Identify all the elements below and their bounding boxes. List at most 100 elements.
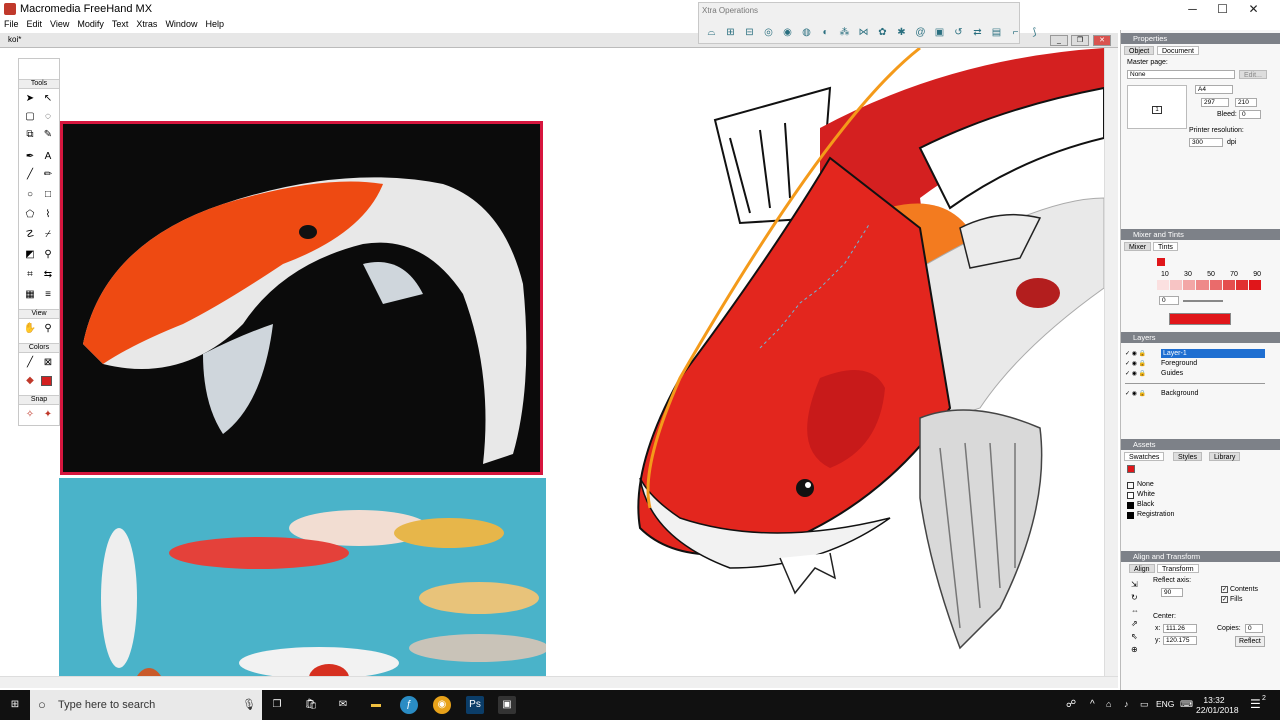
menu-view[interactable]: View: [46, 17, 73, 31]
library-tab[interactable]: Library: [1209, 452, 1241, 461]
fill-swatch-icon[interactable]: [1127, 465, 1135, 473]
swatch-black[interactable]: Black: [1137, 500, 1154, 509]
center-x-field[interactable]: 111.26: [1163, 624, 1197, 633]
layer-row-background[interactable]: Background: [1161, 389, 1198, 398]
fill-bucket-icon[interactable]: ◆: [22, 373, 38, 389]
subselect-tool-icon[interactable]: ↖: [40, 91, 56, 107]
freehand-taskbar-icon[interactable]: ƒ: [400, 696, 418, 714]
tint-swatch[interactable]: [1248, 280, 1261, 290]
ellipse-tool-icon[interactable]: ○: [22, 187, 38, 203]
divide-icon[interactable]: ⊟: [741, 25, 758, 41]
contents-checkbox[interactable]: ✓: [1221, 586, 1228, 593]
menu-window[interactable]: Window: [161, 17, 201, 31]
freeform-tool-icon[interactable]: ☡: [22, 227, 38, 243]
reverse-direction-icon[interactable]: ⇄: [969, 25, 986, 41]
scale-tool-icon[interactable]: ⧉: [22, 127, 38, 143]
transform-mode-icons[interactable]: ⇲ ↻ ⇔ ⇗ ⇖ ⊕: [1131, 578, 1145, 658]
line-tool-icon[interactable]: ╱: [22, 167, 38, 183]
lasso-tool-icon[interactable]: ◌: [40, 109, 56, 125]
menu-file[interactable]: File: [0, 17, 23, 31]
transparency-icon[interactable]: ◐: [817, 25, 834, 41]
fills-checkbox[interactable]: ✓: [1221, 596, 1228, 603]
close-button[interactable]: ✕: [1238, 0, 1269, 18]
task-view-icon[interactable]: ❐: [268, 696, 286, 714]
inset-path-icon[interactable]: ✿: [874, 25, 891, 41]
layer-visibility-icons[interactable]: ✓ ◉ 🔒 ✓ ◉ 🔒 ✓ ◉ 🔒 ✓ ◉ 🔒: [1125, 349, 1155, 399]
union-icon[interactable]: ⊞: [722, 25, 739, 41]
system-clock[interactable]: 13:32 22/01/2018: [1196, 695, 1239, 715]
page-tool-icon[interactable]: ▢: [22, 109, 38, 125]
tint-swatch[interactable]: [1170, 280, 1183, 290]
page-size-select[interactable]: A4: [1195, 85, 1233, 94]
styles-tab[interactable]: Styles: [1173, 452, 1203, 461]
hand-tool-icon[interactable]: ✋: [22, 321, 38, 337]
language-indicator[interactable]: ENG: [1156, 699, 1174, 709]
chart-tool-icon[interactable]: ▦: [22, 287, 38, 303]
volume-icon[interactable]: ♪: [1124, 699, 1129, 709]
menu-modify[interactable]: Modify: [73, 17, 108, 31]
zoom-tool-icon[interactable]: ⚲: [40, 321, 56, 337]
properties-tab-object[interactable]: Object: [1124, 46, 1155, 55]
fill-color-swatch[interactable]: [41, 376, 52, 386]
battery-icon[interactable]: ▭: [1140, 699, 1149, 710]
mixer-tab[interactable]: Mixer: [1124, 242, 1152, 251]
tint-preview-swatch[interactable]: [1169, 313, 1231, 325]
page-width-field[interactable]: 297: [1201, 98, 1229, 107]
pencil-tool-icon[interactable]: ✏: [40, 167, 56, 183]
page-height-field[interactable]: 210: [1235, 98, 1257, 107]
file-explorer-icon[interactable]: ▬: [367, 696, 385, 714]
swatch-white[interactable]: White: [1137, 490, 1155, 499]
stroke-color-icon[interactable]: ╱: [22, 355, 38, 371]
fractalize-icon[interactable]: ✱: [893, 25, 910, 41]
align-transform-panel-header[interactable]: Align and Transform: [1121, 551, 1280, 562]
paint-bucket-tool-icon[interactable]: ◩: [22, 247, 38, 263]
master-page-edit-button[interactable]: Edit...: [1239, 70, 1267, 79]
copies-field[interactable]: 0: [1245, 624, 1263, 633]
blend-icon[interactable]: ⁂: [836, 25, 853, 41]
tint-swatch[interactable]: [1222, 280, 1235, 290]
intersect-icon[interactable]: ◎: [760, 25, 777, 41]
layer-row-guides[interactable]: Guides: [1161, 369, 1183, 378]
menu-xtras[interactable]: Xtras: [132, 17, 161, 31]
tint-swatch[interactable]: [1209, 280, 1222, 290]
pointer-tool-icon[interactable]: ➤: [22, 91, 38, 107]
maximize-button[interactable]: ☐: [1207, 0, 1238, 18]
tint-swatch[interactable]: [1157, 280, 1170, 290]
snap-to-guide-icon[interactable]: ✦: [40, 407, 56, 423]
arc-icon[interactable]: ⌓: [703, 25, 720, 41]
koi-reference-photo-1[interactable]: [60, 121, 543, 475]
trace-tool-icon[interactable]: ✎: [40, 127, 56, 143]
master-page-select[interactable]: None: [1127, 70, 1235, 79]
koi-reference-photo-2[interactable]: [59, 478, 549, 676]
minimize-button[interactable]: ─: [1177, 0, 1208, 18]
tint-swatch-row[interactable]: [1157, 280, 1261, 290]
tint-swatch[interactable]: [1235, 280, 1248, 290]
tint-swatch[interactable]: [1196, 280, 1209, 290]
chrome-icon[interactable]: ◉: [433, 696, 451, 714]
menu-help[interactable]: Help: [201, 17, 228, 31]
app-window-icon[interactable]: ▣: [498, 696, 516, 714]
eyedropper-tool-icon[interactable]: ⚲: [40, 247, 56, 263]
action-center-icon[interactable]: ☰: [1250, 697, 1261, 711]
remove-overprint-icon[interactable]: ⌐: [1007, 25, 1024, 41]
correct-direction-icon[interactable]: ↺: [950, 25, 967, 41]
knife-tool-icon[interactable]: ⌇: [40, 207, 56, 223]
connector-tool-icon[interactable]: ⇆: [40, 267, 56, 283]
people-icon[interactable]: ☍: [1066, 699, 1076, 710]
simplify-icon[interactable]: @: [912, 25, 929, 41]
text-tool-icon[interactable]: A: [40, 149, 56, 165]
vertical-scrollbar[interactable]: [1104, 48, 1118, 676]
menu-text[interactable]: Text: [108, 17, 133, 31]
reflect-axis-field[interactable]: 90: [1161, 588, 1183, 597]
store-icon[interactable]: 🛍: [302, 696, 320, 714]
layer-row-layer-1[interactable]: Layer-1: [1161, 349, 1265, 358]
snap-to-point-icon[interactable]: ✧: [22, 407, 38, 423]
tint-slider[interactable]: [1183, 300, 1223, 302]
polygon-tool-icon[interactable]: ⬠: [22, 207, 38, 223]
page-thumbnail-area[interactable]: 1: [1127, 85, 1187, 129]
mixer-tints-panel-header[interactable]: Mixer and Tints: [1121, 229, 1280, 240]
koi-illustration[interactable]: [620, 48, 1104, 676]
tray-chevron-icon[interactable]: ^: [1090, 699, 1095, 710]
transform-tab[interactable]: Transform: [1157, 564, 1199, 573]
taskbar-search[interactable]: ○ Type here to search 🎙: [30, 690, 262, 720]
